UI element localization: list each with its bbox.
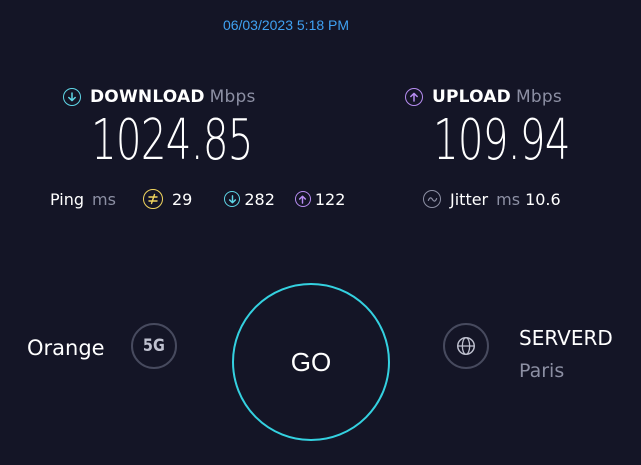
download-unit: Mbps bbox=[209, 87, 256, 107]
download-value: 1024.85 bbox=[91, 108, 253, 173]
network-badge-label: 5G bbox=[143, 336, 165, 356]
go-button[interactable]: GO bbox=[232, 283, 390, 441]
upload-label: UPLOAD bbox=[432, 87, 511, 107]
server-location: Paris bbox=[519, 360, 565, 382]
go-button-label: GO bbox=[290, 346, 332, 377]
ping-download-value: 282 bbox=[244, 189, 275, 209]
download-header: DOWNLOAD Mbps bbox=[63, 86, 256, 108]
jitter-row: Jitter ms 10.6 bbox=[423, 188, 561, 210]
server-select-button[interactable] bbox=[443, 323, 489, 369]
ping-download-icon bbox=[224, 191, 241, 207]
ping-label: Ping bbox=[50, 189, 85, 209]
jitter-label: Jitter bbox=[450, 189, 489, 209]
ping-upload-icon bbox=[294, 191, 311, 207]
upload-header: UPLOAD Mbps bbox=[405, 86, 562, 108]
ping-unit: ms bbox=[92, 189, 116, 209]
globe-icon bbox=[455, 335, 477, 357]
ping-row: Ping ms 29 282 122 bbox=[50, 188, 345, 210]
upload-unit: Mbps bbox=[515, 87, 562, 107]
jitter-unit: ms bbox=[496, 189, 521, 209]
idle-latency-icon bbox=[142, 189, 163, 209]
arrow-up-circle-icon bbox=[405, 88, 423, 106]
wave-icon bbox=[423, 190, 441, 208]
download-section: DOWNLOAD Mbps bbox=[63, 86, 256, 108]
network-5g-badge[interactable]: 5G bbox=[131, 323, 177, 369]
ping-idle-value: 29 bbox=[171, 189, 193, 209]
jitter-value: 10.6 bbox=[525, 189, 561, 209]
ping-upload-value: 122 bbox=[314, 189, 346, 209]
test-timestamp: 06/03/2023 5:18 PM bbox=[222, 17, 350, 33]
server-name[interactable]: SERVERD bbox=[519, 326, 613, 350]
download-label: DOWNLOAD bbox=[90, 87, 205, 107]
provider-name: Orange bbox=[27, 336, 105, 360]
arrow-down-circle-icon bbox=[63, 88, 81, 106]
upload-section: UPLOAD Mbps bbox=[405, 86, 562, 108]
upload-value: 109.94 bbox=[433, 108, 570, 173]
